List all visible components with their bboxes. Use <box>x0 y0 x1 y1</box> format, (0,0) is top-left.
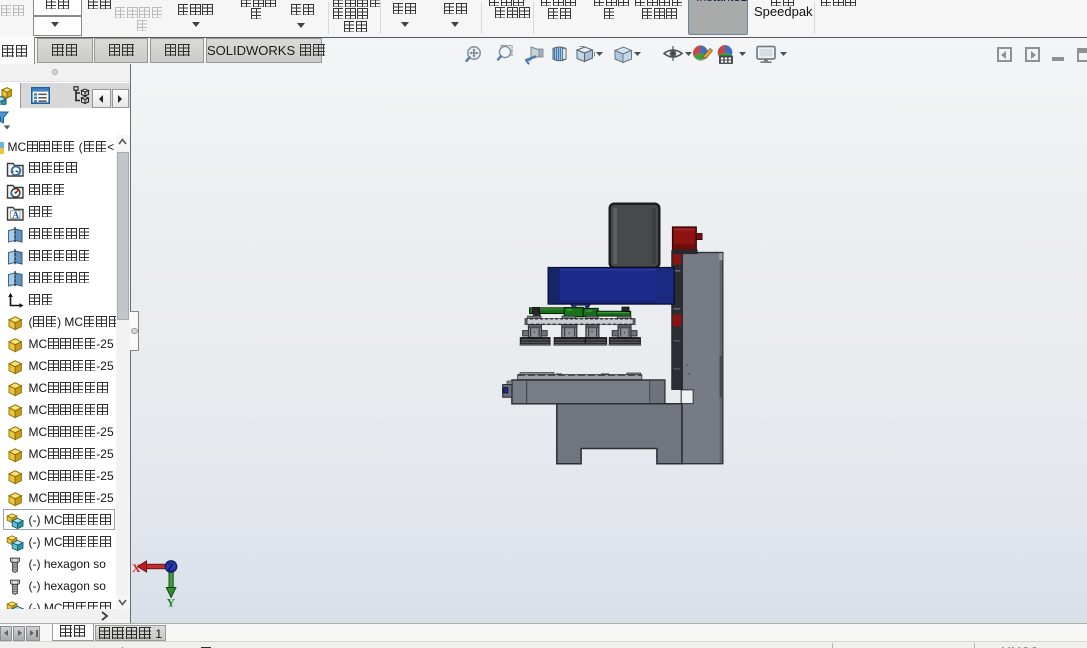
svg-text:Y: Y <box>167 596 176 610</box>
svg-text:Z: Z <box>167 563 174 574</box>
svg-text:X: X <box>132 561 141 575</box>
svg-text:A: A <box>12 211 19 221</box>
